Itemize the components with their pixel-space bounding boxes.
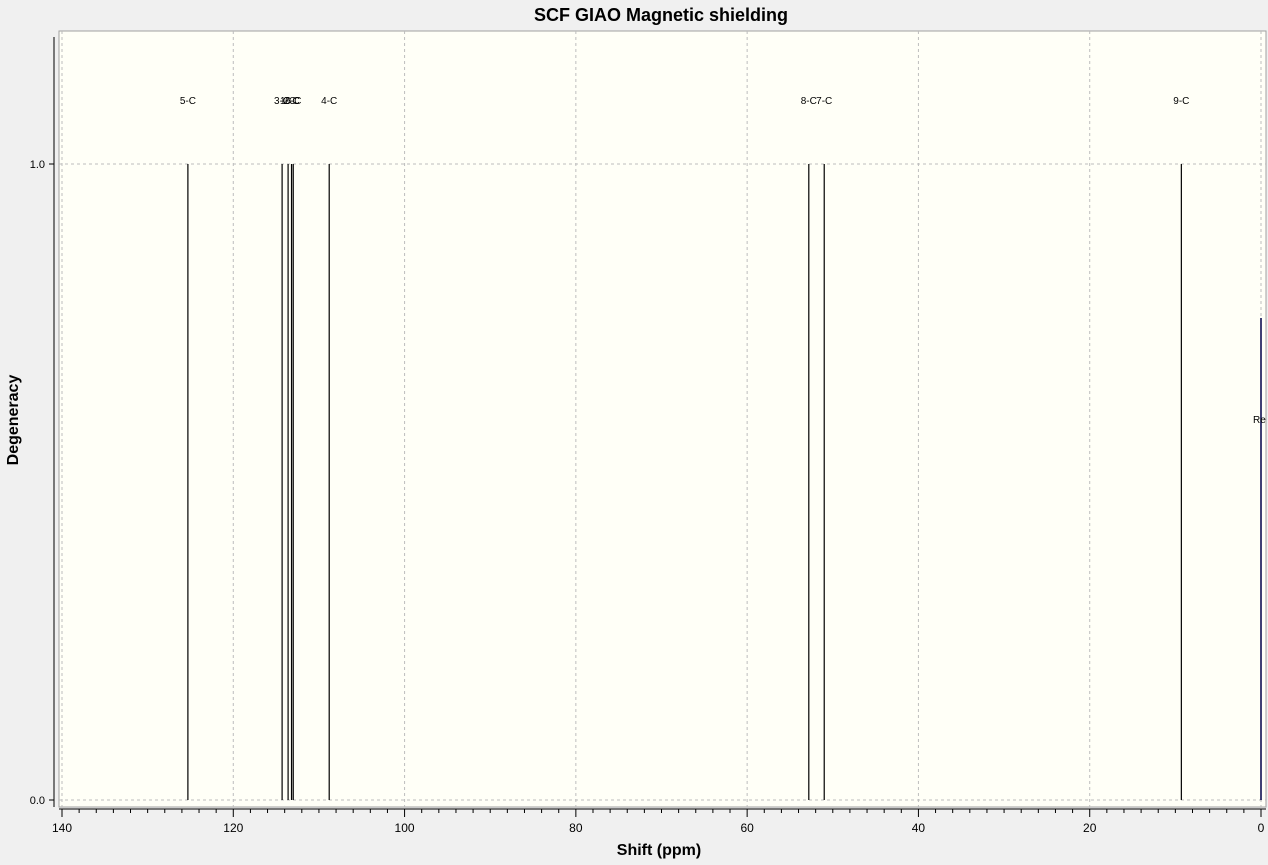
peak-label: 9-C: [1173, 96, 1189, 107]
x-tick-label: 120: [223, 821, 243, 835]
x-tick-label: 40: [912, 821, 926, 835]
peak-label: 6-C: [285, 96, 301, 107]
reference-label: Re: [1253, 415, 1266, 426]
x-axis-label: Shift (ppm): [617, 842, 701, 859]
y-axis-label: Degeneracy: [5, 375, 22, 466]
chart: 140 120 100 80 60 40 20 0 0.0 1.0 5-C 3-C 1-C 2-C 6-C 4…: [0, 0, 1268, 860]
x-tick-label: 60: [740, 821, 754, 835]
x-tick-label: 80: [569, 821, 583, 835]
y-tick-label: 1.0: [30, 159, 45, 171]
chart-title: SCF GIAO Magnetic shielding: [534, 5, 788, 25]
peak-label: 7-C: [816, 96, 832, 107]
peak-label: 5-C: [180, 96, 196, 107]
y-tick-label: 0.0: [30, 795, 45, 807]
peak-label: 8-C: [801, 96, 817, 107]
x-tick-label: 0: [1258, 821, 1265, 835]
plot-area: [58, 30, 1267, 808]
x-tick-label: 100: [395, 821, 415, 835]
x-tick-label: 140: [52, 821, 72, 835]
peak-label: 4-C: [321, 96, 337, 107]
chart-svg: 140 120 100 80 60 40 20 00.01.05-C 3-C1-C2-C6-C 4…: [5, 5, 1267, 859]
x-tick-label: 20: [1083, 821, 1097, 835]
